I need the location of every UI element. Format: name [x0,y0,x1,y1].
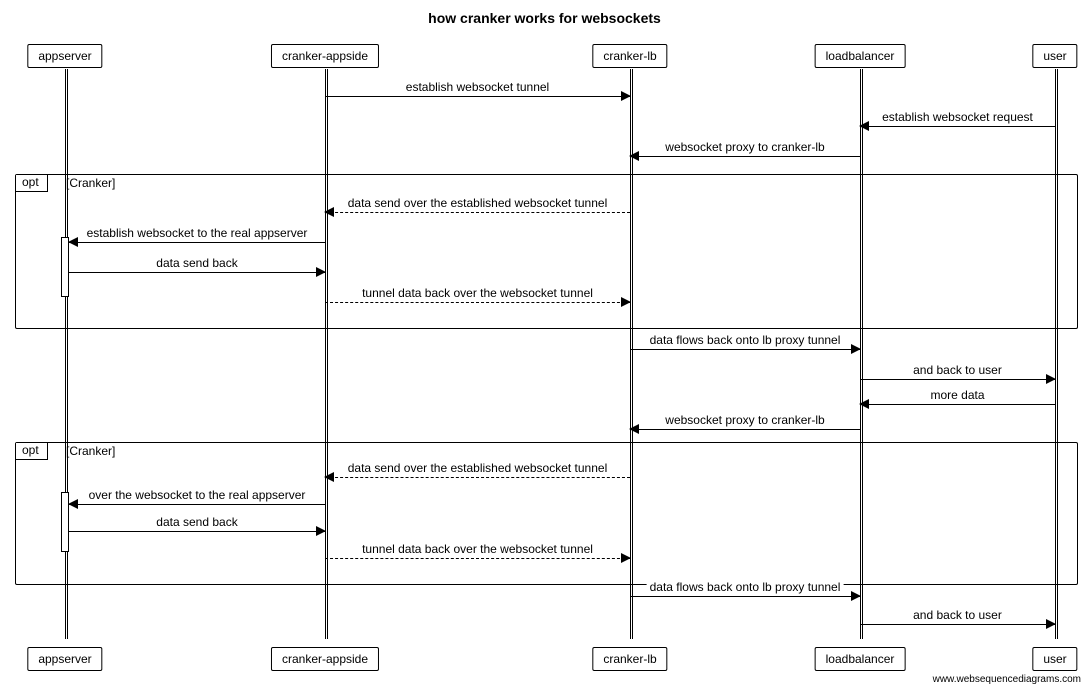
arrow-data-send-back-2: data send back [69,531,325,532]
actor-loadbalancer-top: loadbalancer [815,44,906,68]
arrow-more-data: more data [860,404,1055,405]
arrow-label: data flows back onto lb proxy tunnel [647,580,844,594]
arrow-data-over-tunnel: data send over the established websocket… [325,212,630,213]
arrow-label: tunnel data back over the websocket tunn… [359,286,596,300]
arrow-label: more data [927,388,987,402]
arrow-establish-request: establish websocket request [860,126,1055,127]
credit-text: www.websequencediagrams.com [933,674,1081,685]
arrow-establish-tunnel: establish websocket tunnel [325,96,630,97]
arrow-label: and back to user [910,608,1005,622]
arrow-label: establish websocket request [879,110,1036,124]
arrow-label: data send over the established websocket… [345,196,611,210]
arrow-label: data send back [153,515,240,529]
arrow-tunnel-back-2: tunnel data back over the websocket tunn… [325,558,630,559]
actor-cranker-appside-bottom: cranker-appside [271,647,379,671]
arrow-label: over the websocket to the real appserver [86,488,309,502]
arrow-flows-back-lb: data flows back onto lb proxy tunnel [630,349,860,350]
arrow-proxy-to-lb-2: websocket proxy to cranker-lb [630,429,860,430]
arrow-tunnel-back: tunnel data back over the websocket tunn… [325,302,630,303]
opt-condition: [Cranker] [66,444,115,458]
actor-user-top: user [1032,44,1077,68]
opt-label: opt [16,443,48,460]
arrow-label: tunnel data back over the websocket tunn… [359,542,596,556]
arrow-label: websocket proxy to cranker-lb [662,140,827,154]
sequence-diagram: appserver cranker-appside cranker-lb loa… [10,34,1079,674]
arrow-label: data send over the established websocket… [345,461,611,475]
actor-cranker-lb-top: cranker-lb [592,44,667,68]
arrow-back-to-user-2: and back to user [860,624,1055,625]
arrow-data-send-back: data send back [69,272,325,273]
arrow-data-over-tunnel-2: data send over the established websocket… [325,477,630,478]
opt-label: opt [16,175,48,192]
opt-condition: [Cranker] [66,176,115,190]
arrow-establish-real-appserver: establish websocket to the real appserve… [69,242,325,243]
diagram-title: how cranker works for websockets [10,10,1079,26]
actor-loadbalancer-bottom: loadbalancer [815,647,906,671]
actor-user-bottom: user [1032,647,1077,671]
arrow-proxy-to-lb: websocket proxy to cranker-lb [630,156,860,157]
actor-appserver-top: appserver [27,44,102,68]
actor-cranker-lb-bottom: cranker-lb [592,647,667,671]
actor-appserver-bottom: appserver [27,647,102,671]
arrow-label: establish websocket tunnel [403,80,552,94]
arrow-label: websocket proxy to cranker-lb [662,413,827,427]
arrow-over-ws-real-appserver: over the websocket to the real appserver [69,504,325,505]
arrow-label: establish websocket to the real appserve… [84,226,311,240]
arrow-label: data send back [153,256,240,270]
arrow-label: data flows back onto lb proxy tunnel [647,333,844,347]
arrow-label: and back to user [910,363,1005,377]
arrow-back-to-user: and back to user [860,379,1055,380]
arrow-flows-back-lb-2: data flows back onto lb proxy tunnel [630,596,860,597]
actor-cranker-appside-top: cranker-appside [271,44,379,68]
